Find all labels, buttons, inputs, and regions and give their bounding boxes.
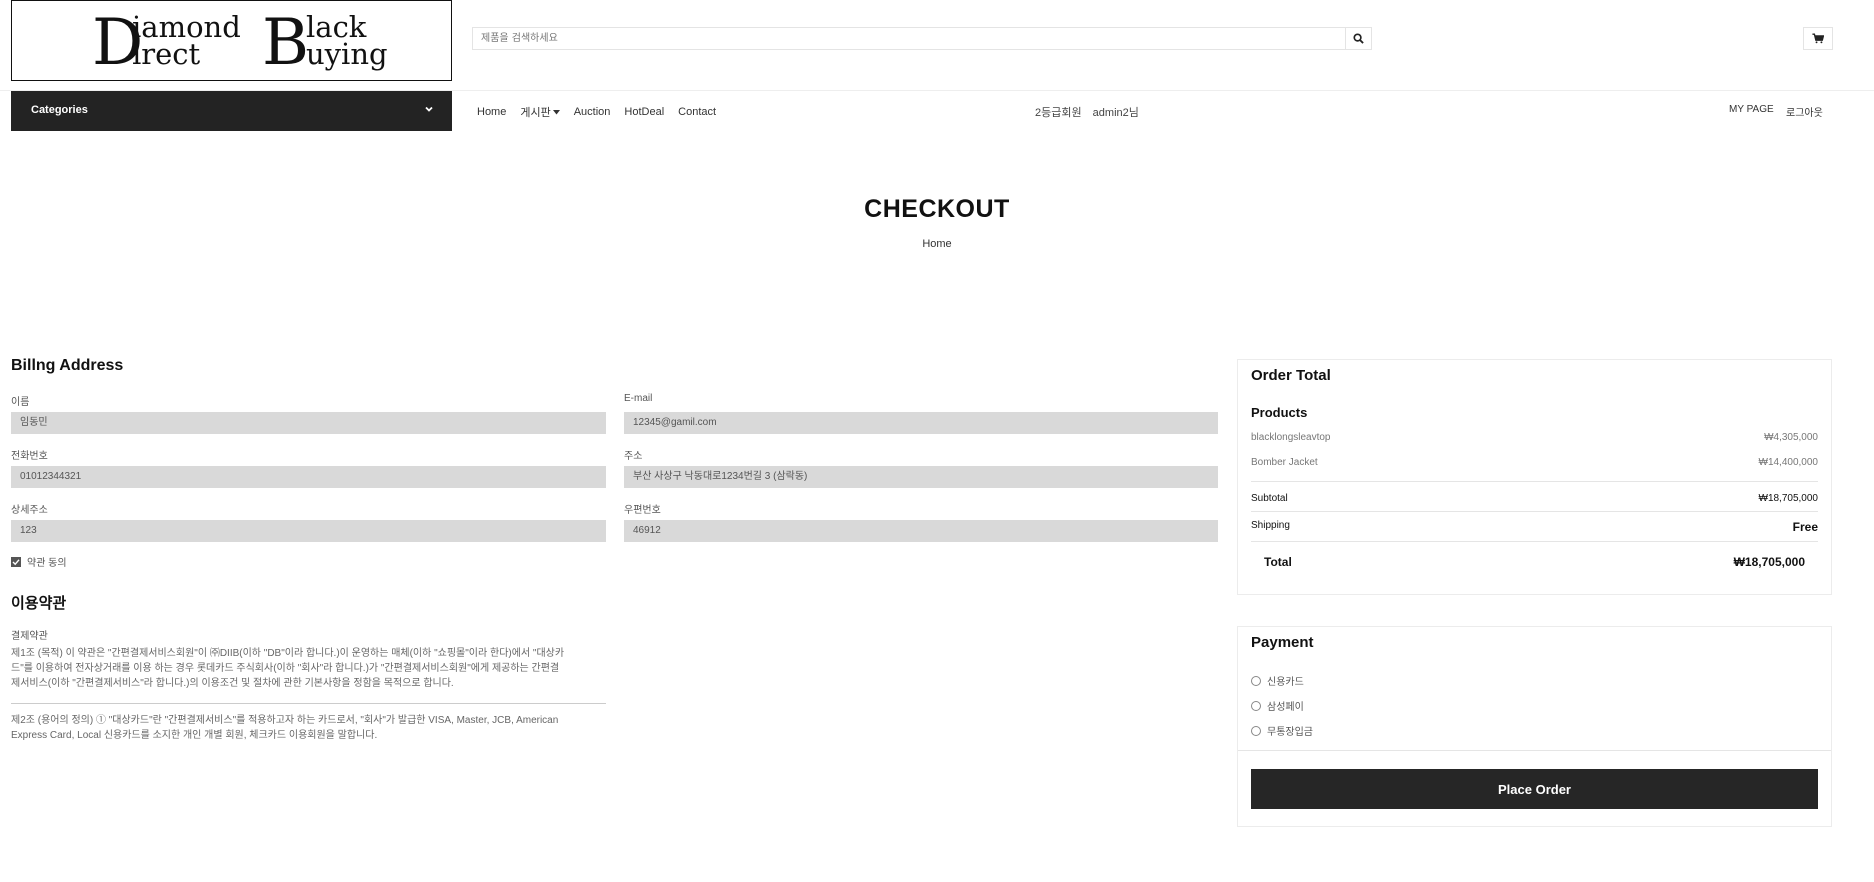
- email-label: E-mail: [624, 393, 653, 404]
- search-bar: [472, 27, 1372, 50]
- address-detail-label: 상세주소: [11, 505, 48, 516]
- order-divider: [1251, 481, 1818, 482]
- caret-down-icon: [552, 109, 560, 114]
- payment-option-card[interactable]: 신용카드: [1251, 673, 1304, 688]
- product-row: Bomber Jacket ₩14,400,000: [1251, 457, 1818, 468]
- search-button[interactable]: [1345, 28, 1371, 49]
- logout-link[interactable]: 로그아웃: [1786, 104, 1823, 119]
- terms-line: 드"를 이용하여 전자상거래를 이용 하는 경우 롯데카드 주식회사(이하 "회…: [11, 663, 560, 674]
- logo-word: uying: [306, 37, 388, 71]
- product-price: ₩4,305,000: [1764, 432, 1818, 443]
- payment-option-label: 무통장입금: [1267, 727, 1313, 738]
- payment-option-label: 신용카드: [1267, 677, 1304, 688]
- main-nav: Home 게시판 Auction HotDeal Contact: [477, 104, 716, 120]
- phone-field[interactable]: 01012344321: [11, 466, 606, 488]
- site-logo[interactable]: D iamond B lack irect uying: [11, 0, 452, 81]
- address-detail-field[interactable]: 123: [11, 520, 606, 542]
- subtotal-row: Subtotal ₩18,705,000: [1251, 493, 1818, 504]
- total-value: ₩18,705,000: [1733, 555, 1805, 569]
- product-name: blacklongsleavtop: [1251, 432, 1331, 443]
- phone-label: 전화번호: [11, 451, 48, 462]
- member-grade: 2등급회원: [1035, 107, 1082, 119]
- subtotal-value: ₩18,705,000: [1758, 493, 1819, 504]
- name-label: 이름: [11, 397, 30, 408]
- zipcode-label: 우편번호: [624, 505, 661, 516]
- terms-line: 제1조 (목적) 이 약관은 "간편결제서비스회원"이 ㈜DIIB(이하 "DB…: [11, 648, 565, 659]
- search-input[interactable]: [473, 28, 1347, 49]
- shipping-value: Free: [1792, 520, 1818, 534]
- subtotal-label: Subtotal: [1251, 493, 1288, 504]
- nav-home[interactable]: Home: [477, 104, 506, 120]
- order-divider: [1251, 541, 1818, 542]
- terms-heading: 이용약관: [11, 595, 67, 612]
- radio-button[interactable]: [1251, 675, 1261, 686]
- member-name: admin2님: [1092, 107, 1139, 119]
- check-icon: [12, 558, 20, 565]
- mypage-link[interactable]: MY PAGE: [1729, 104, 1774, 115]
- product-name: Bomber Jacket: [1251, 457, 1318, 468]
- product-row: blacklongsleavtop ₩4,305,000: [1251, 432, 1818, 443]
- nav-hotdeal[interactable]: HotDeal: [624, 104, 664, 120]
- nav-board-label: 게시판: [520, 107, 551, 119]
- terms-divider: [11, 703, 606, 704]
- categories-label: Categories: [31, 104, 88, 116]
- member-info: 2등급회원 admin2님: [1035, 104, 1147, 120]
- radio-button[interactable]: [1251, 700, 1261, 711]
- page-title: CHECKOUT: [864, 195, 1010, 223]
- breadcrumb[interactable]: Home: [0, 238, 1874, 250]
- categories-dropdown[interactable]: Categories: [11, 91, 452, 131]
- order-total-heading: Order Total: [1251, 367, 1331, 384]
- zipcode-field[interactable]: 46912: [624, 520, 1218, 542]
- terms-subheading: 결제약관: [11, 631, 48, 642]
- shipping-row: Shipping Free: [1251, 520, 1818, 534]
- cart-icon: [1812, 33, 1824, 44]
- terms-line: Express Card, Local 신용카드를 소지한 개인 개별 회원, …: [11, 730, 378, 741]
- agree-label: 약관 동의: [27, 558, 67, 569]
- terms-line: 제서비스(이하 "간편결제서비스"라 합니다.)의 이용조건 및 절차에 관한 …: [11, 678, 454, 689]
- shipping-label: Shipping: [1251, 520, 1290, 531]
- payment-option-label: 삼성페이: [1267, 702, 1304, 713]
- logo-letter: B: [262, 6, 310, 80]
- nav-contact[interactable]: Contact: [678, 104, 716, 120]
- order-divider: [1251, 511, 1818, 512]
- payment-heading: Payment: [1251, 634, 1314, 651]
- nav-board[interactable]: 게시판: [520, 104, 560, 120]
- payment-option-samsungpay[interactable]: 삼성페이: [1251, 698, 1304, 713]
- payment-divider: [1238, 750, 1831, 751]
- name-field[interactable]: 임동민: [11, 412, 606, 434]
- payment-option-bank[interactable]: 무통장입금: [1251, 723, 1313, 738]
- terms-line: 제2조 (용어의 정의) ① "대상카드"란 "간편결제서비스"를 적용하고자 …: [11, 715, 559, 726]
- cart-button[interactable]: [1803, 27, 1833, 50]
- radio-button[interactable]: [1251, 725, 1261, 736]
- place-order-button[interactable]: Place Order: [1251, 769, 1818, 809]
- logo-word: irect: [132, 37, 201, 71]
- chevron-down-icon: [425, 106, 433, 112]
- address-field[interactable]: 부산 사상구 낙동대로1234번길 3 (삼락동): [624, 466, 1218, 488]
- total-label: Total: [1264, 555, 1292, 569]
- products-heading: Products: [1251, 405, 1308, 420]
- total-row: Total ₩18,705,000: [1264, 555, 1805, 569]
- search-icon: [1353, 33, 1364, 44]
- terms-article-2: 제2조 (용어의 정의) ① "대상카드"란 "간편결제서비스"를 적용하고자 …: [11, 713, 606, 743]
- agree-checkbox[interactable]: [11, 556, 21, 567]
- address-label: 주소: [624, 451, 643, 462]
- product-price: ₩14,400,000: [1758, 457, 1819, 468]
- billing-heading: Billng Address: [11, 357, 124, 374]
- terms-agree: 약관 동의: [11, 554, 67, 569]
- email-field[interactable]: 12345@gamil.com: [624, 412, 1218, 434]
- terms-article-1: 제1조 (목적) 이 약관은 "간편결제서비스회원"이 ㈜DIIB(이하 "DB…: [11, 646, 606, 691]
- nav-auction[interactable]: Auction: [574, 104, 611, 120]
